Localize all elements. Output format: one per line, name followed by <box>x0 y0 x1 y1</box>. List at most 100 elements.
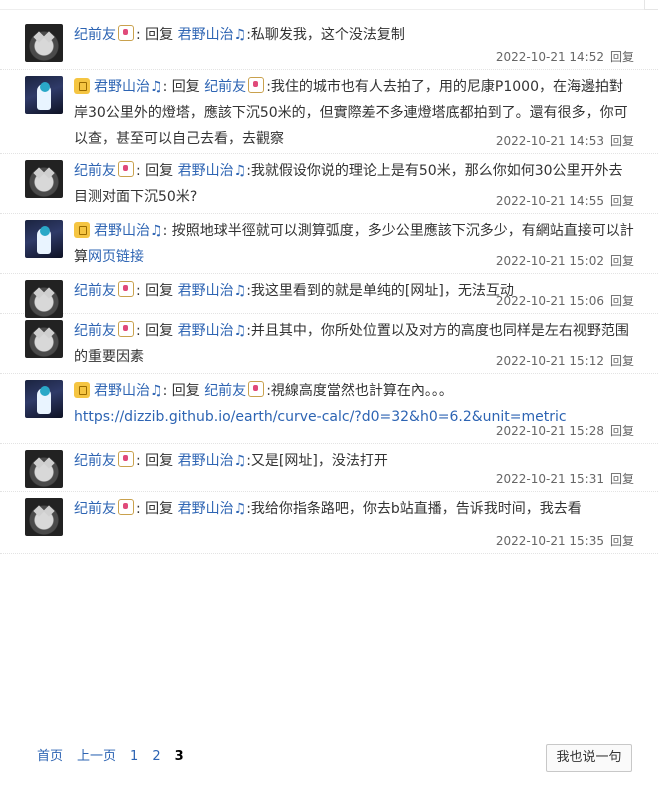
top-divider <box>0 9 658 10</box>
reply-text: :又是[网址]，没法打开 <box>246 453 388 469</box>
reply-item: 君野山治♫: 回复 纪前友:我住的城市也有人去拍了，用的尼康P1000，在海邊拍… <box>0 70 658 154</box>
hair-shape <box>40 226 50 236</box>
user-badge-icon <box>118 25 134 41</box>
author-name[interactable]: 纪前友 <box>74 163 116 179</box>
author-name[interactable]: 纪前友 <box>74 501 116 517</box>
reply-item: 纪前友 : 回复 君野山治♫:私聊发我，这个没法复制 2022-10-21 14:5… <box>0 18 658 70</box>
author-name[interactable]: 君野山治♫ <box>94 79 163 95</box>
reply-content: 纪前友 : 回复 君野山治♫:我给你指条路吧，你去b站直播，告诉我时间，我去看 <box>74 496 634 522</box>
author-name[interactable]: 君野山治♫ <box>94 383 163 399</box>
reply-keyword: : 回复 <box>136 163 178 179</box>
ear-shape <box>43 31 55 43</box>
cat-avatar[interactable] <box>25 24 63 62</box>
reply-timestamp: 2022-10-21 15:31 <box>495 472 604 486</box>
reply-button[interactable]: 回复 <box>610 134 634 148</box>
reply-button[interactable]: 回复 <box>610 354 634 368</box>
user-badge-icon <box>118 321 134 337</box>
character-avatar[interactable] <box>25 76 63 114</box>
panel-corner <box>644 0 658 10</box>
reply-button[interactable]: 回复 <box>610 472 634 486</box>
first-page-link[interactable]: 首页 <box>37 749 63 764</box>
reply-button[interactable]: 回复 <box>610 50 634 64</box>
reply-text: :視線高度當然也計算在內。。。 <box>266 383 453 399</box>
reply-meta: 2022-10-21 14:55 回复 <box>496 192 634 209</box>
user-badge-icon <box>248 381 265 397</box>
reply-text: :我给你指条路吧，你去b站直播，告诉我时间，我去看 <box>246 501 582 517</box>
user-badge-icon <box>118 451 134 467</box>
reply-target-name[interactable]: 纪前友 <box>204 383 246 399</box>
cat-avatar[interactable] <box>25 320 63 358</box>
character-avatar[interactable] <box>25 220 63 258</box>
cat-avatar[interactable] <box>25 450 63 488</box>
reply-button[interactable]: 回复 <box>610 254 634 268</box>
reply-target-name[interactable]: 君野山治♫ <box>178 501 247 517</box>
cat-avatar[interactable] <box>25 160 63 198</box>
reply-item: 君野山治♫: 按照地球半徑就可以測算弧度，多少公里應該下沉多少，有網站直接可以計… <box>0 214 658 274</box>
page-link-2[interactable]: 2 <box>152 749 160 764</box>
reply-keyword: : 回复 <box>136 323 178 339</box>
reply-list: 纪前友: 回复 君野山治♫:私聊发我，这个没法复制 2022-10-21 14:5… <box>0 18 658 554</box>
reply-target-name[interactable]: 君野山治♫ <box>178 323 247 339</box>
author-name[interactable]: 纪前友 <box>74 27 116 43</box>
page-link-1[interactable]: 1 <box>130 749 138 764</box>
reply-keyword: : 回复 <box>136 283 178 299</box>
reply-target-name[interactable]: 纪前友 <box>204 79 246 95</box>
reply-timestamp: 2022-10-21 15:28 <box>495 424 604 438</box>
user-badge-icon <box>118 499 134 515</box>
hair-shape <box>40 82 50 92</box>
reply-meta: 2022-10-21 15:02 回复 <box>496 252 634 269</box>
reply-timestamp: 2022-10-21 14:52 <box>495 50 604 64</box>
reply-button[interactable]: 回复 <box>610 534 634 548</box>
reply-meta: 2022-10-21 14:52 回复 <box>496 48 634 65</box>
user-badge-icon <box>118 161 134 177</box>
reply-item: 纪前友 : 回复 君野山治♫:我这里看到的就是单纯的[网址]，无法互动 2022-1… <box>0 274 658 318</box>
reply-timestamp: 2022-10-21 15:12 <box>495 354 604 368</box>
reply-item: 纪前友: 回复 君野山治♫:并且其中，你所处位置以及对方的高度也同样是左右视野范… <box>0 314 658 374</box>
vip-crown-icon <box>74 78 90 94</box>
author-name[interactable]: 纪前友 <box>74 283 116 299</box>
prev-page-link[interactable]: 上一页 <box>77 749 116 764</box>
reply-keyword: : 回复 <box>136 27 178 43</box>
reply-button[interactable]: 回复 <box>610 294 634 308</box>
reply-item: 纪前友: 回复 君野山治♫:我就假设你说的理论上是有50米，那么你如何30公里开… <box>0 154 658 214</box>
hair-shape <box>40 386 50 396</box>
vip-crown-icon <box>74 222 90 238</box>
vip-crown-icon <box>74 382 90 398</box>
author-name[interactable]: 君野山治♫ <box>94 223 163 239</box>
character-avatar[interactable] <box>25 380 63 418</box>
reply-target-name[interactable]: 君野山治♫ <box>178 453 247 469</box>
author-name[interactable]: 纪前友 <box>74 453 116 469</box>
reply-text: :我这里看到的就是单纯的[网址]，无法互动 <box>246 283 514 299</box>
reply-meta: 2022-10-21 14:53 回复 <box>496 132 634 149</box>
reply-item: 君野山治♫: 回复 纪前友:視線高度當然也計算在內。。。 https://dizz… <box>0 374 658 444</box>
page-link-3: 3 <box>174 749 184 764</box>
reply-timestamp: 2022-10-21 15:06 <box>495 294 604 308</box>
ear-shape <box>43 457 55 469</box>
ear-shape <box>43 287 55 299</box>
cat-avatar[interactable] <box>25 280 63 318</box>
ear-shape <box>43 167 55 179</box>
reply-target-name[interactable]: 君野山治♫ <box>178 27 247 43</box>
reply-button[interactable]: 回复 <box>610 424 634 438</box>
reply-target-name[interactable]: 君野山治♫ <box>178 283 247 299</box>
reply-meta: 2022-10-21 15:06 回复 <box>496 292 634 309</box>
reply-content: 纪前友 : 回复 君野山治♫:私聊发我，这个没法复制 <box>74 22 634 48</box>
reply-link[interactable]: https://dizzib.github.io/earth/curve-cal… <box>74 409 567 425</box>
reply-keyword: : 回复 <box>136 501 178 517</box>
reply-link[interactable]: 网页链接 <box>88 249 144 265</box>
reply-item: 纪前友 : 回复 君野山治♫:又是[网址]，没法打开 2022-10-21 15:3… <box>0 444 658 492</box>
reply-timestamp: 2022-10-21 14:53 <box>495 134 604 148</box>
reply-meta: 2022-10-21 15:35 回复 <box>496 532 634 549</box>
reply-text: :私聊发我，这个没法复制 <box>246 27 405 43</box>
reply-item: 纪前友 : 回复 君野山治♫:我给你指条路吧，你去b站直播，告诉我时间，我去看 20… <box>0 492 658 554</box>
reply-button[interactable]: 回复 <box>610 194 634 208</box>
cat-avatar[interactable] <box>25 498 63 536</box>
reply-timestamp: 2022-10-21 15:02 <box>495 254 604 268</box>
author-name[interactable]: 纪前友 <box>74 323 116 339</box>
ear-shape <box>43 505 55 517</box>
reply-all-button[interactable]: 我也说一句 <box>546 744 632 772</box>
reply-timestamp: 2022-10-21 15:35 <box>495 534 604 548</box>
reply-target-name[interactable]: 君野山治♫ <box>178 163 247 179</box>
reply-meta: 2022-10-21 15:31 回复 <box>496 470 634 487</box>
reply-keyword: : 回复 <box>136 453 178 469</box>
